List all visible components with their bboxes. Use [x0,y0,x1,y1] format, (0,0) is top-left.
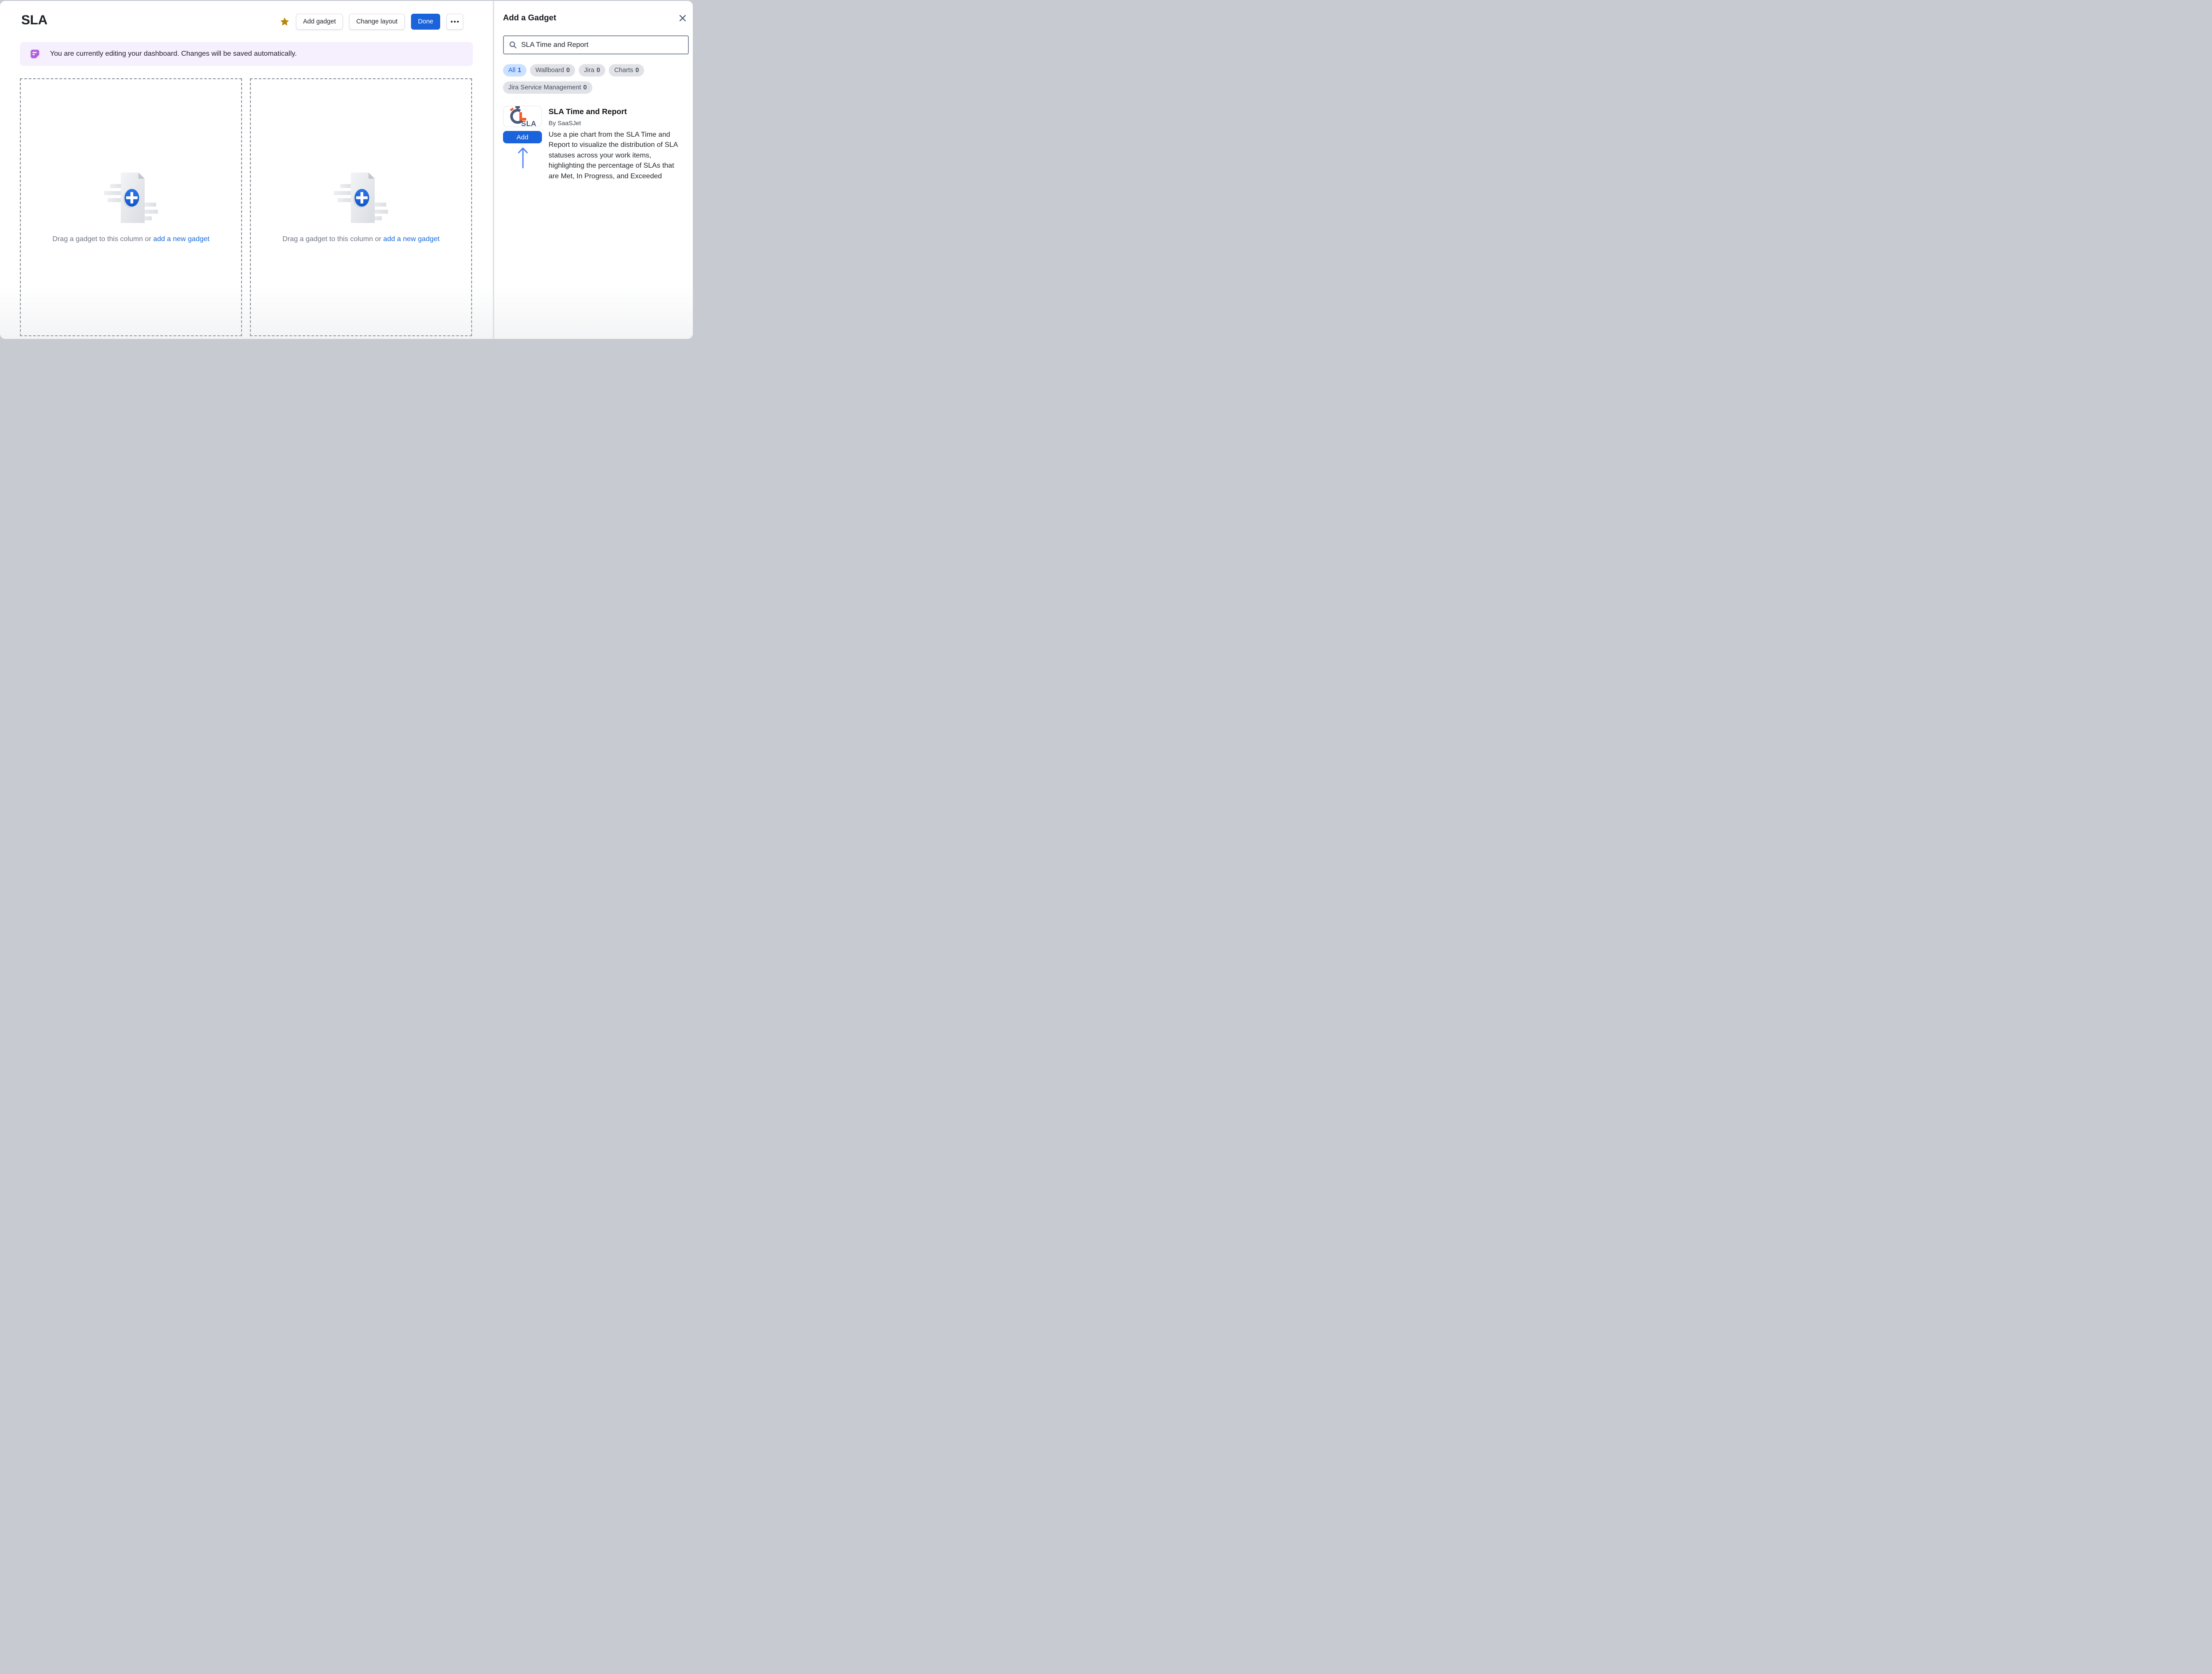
panel-title: Add a Gadget [503,13,556,23]
chip-label: Charts [614,67,633,74]
filter-chip-charts[interactable]: Charts0 [609,64,644,77]
chip-count: 1 [518,67,521,74]
note-edit-icon [30,49,40,59]
filter-chip-wallboard[interactable]: Wallboard0 [530,64,575,77]
chip-count: 0 [596,67,600,74]
dashboard-column-2[interactable]: Drag a gadget to this column or add a ne… [250,78,472,336]
drag-hint-text: Drag a gadget to this column or [283,235,381,243]
done-button[interactable]: Done [411,14,441,30]
sla-stopwatch-icon: SLA [508,106,537,127]
chip-count: 0 [583,84,587,91]
chip-label: Jira Service Management [508,84,581,91]
gadget-vendor: By SaaSJet [549,119,581,127]
arrow-up-annotation [516,145,530,171]
empty-column-illustration [332,172,390,224]
dashboard-column-1[interactable]: Drag a gadget to this column or add a ne… [20,78,242,336]
filter-chip-all[interactable]: All1 [503,64,526,77]
add-gadget-to-dashboard-button[interactable]: Add [503,131,542,143]
gadget-description: Use a pie chart from the SLA Time and Re… [549,130,690,181]
gadget-search-input[interactable] [521,41,683,49]
chip-label: Wallboard [535,67,564,74]
column-placeholder-text: Drag a gadget to this column or add a ne… [53,235,210,243]
filter-chip-jira[interactable]: Jira0 [579,64,605,77]
editing-banner-text: You are currently editing your dashboard… [50,50,297,58]
search-icon [509,41,517,49]
change-layout-button[interactable]: Change layout [349,14,405,30]
empty-column-illustration [102,172,160,224]
ellipsis-icon [450,20,459,23]
add-gadget-panel: Add a Gadget All1 Wallboard0 Jira0 Chart… [494,1,693,339]
editing-banner: You are currently editing your dashboard… [20,42,473,66]
chip-count: 0 [635,67,639,74]
drag-hint-text: Drag a gadget to this column or [53,235,151,243]
add-new-gadget-link[interactable]: add a new gadget [153,235,209,243]
close-icon[interactable] [678,14,687,23]
chip-label: Jira [584,67,594,74]
chip-count: 0 [566,67,570,74]
chip-label: All [508,67,515,74]
dashboard-window: SLA Add gadget Change layout Done You ar… [0,1,693,339]
more-actions-button[interactable] [446,14,463,30]
filter-chip-jsm[interactable]: Jira Service Management0 [503,81,592,94]
filter-chips: All1 Wallboard0 Jira0 Charts0 Jira Servi… [503,64,691,94]
favorite-star-icon[interactable] [280,17,290,27]
column-placeholder-text: Drag a gadget to this column or add a ne… [283,235,440,243]
gadget-name: SLA Time and Report [549,107,627,116]
toolbar: Add gadget Change layout Done [280,14,463,30]
gadget-search-field[interactable] [503,35,689,54]
add-gadget-button[interactable]: Add gadget [296,14,343,30]
add-new-gadget-link[interactable]: add a new gadget [383,235,439,243]
gadget-logo: SLA [503,106,542,127]
page-title: SLA [21,13,47,28]
sla-logo-text: SLA [521,120,537,127]
